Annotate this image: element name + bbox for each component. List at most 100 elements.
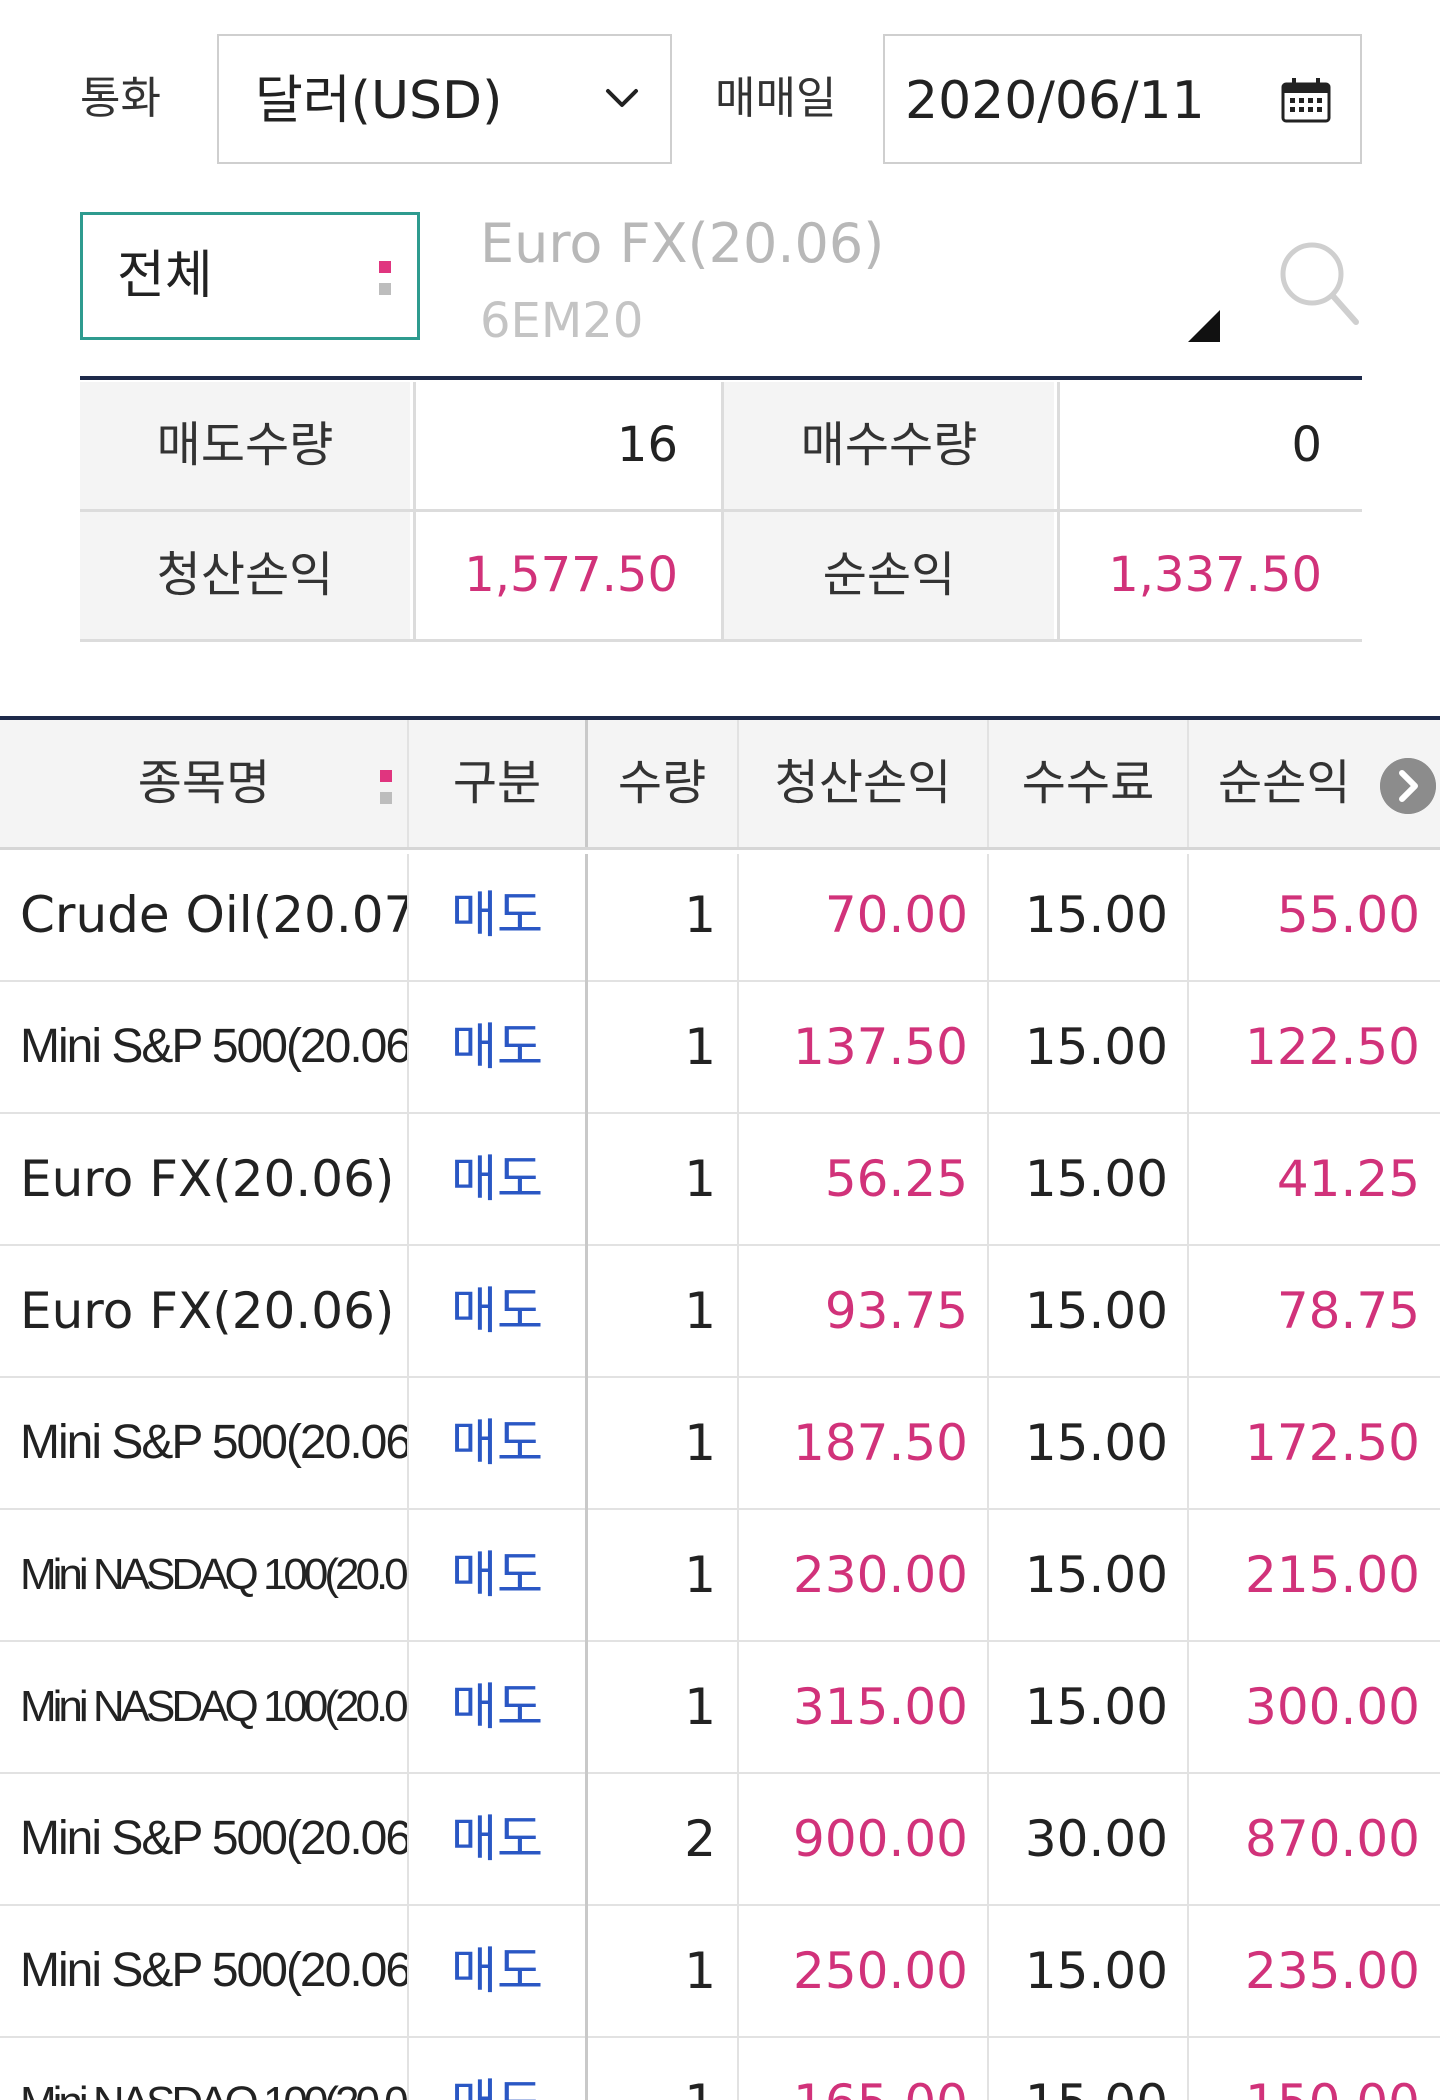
row-pnl: 56.25 [824,1150,968,1208]
row-side: 매도 [451,1282,543,1340]
scope-select[interactable]: 전체 [80,212,420,340]
table-body: Crude Oil(20.07) 매도 1 70.00 15.00 55.00 … [0,850,1440,2100]
row-item-name: Mini NASDAQ 100(20.06) [20,1682,408,1731]
header-qty: 수량 [617,755,707,811]
column-divider [987,720,989,847]
scope-value: 전체 [117,246,213,306]
row-pnl: 137.50 [793,1018,968,1076]
table-row[interactable]: Mini S&P 500(20.06) 매도 1 187.50 15.00 17… [0,1378,1440,1510]
row-item-name: Crude Oil(20.07) [20,886,408,944]
row-fee: 15.00 [1024,1150,1168,1208]
realized-pnl-value: 1,577.50 [413,512,718,639]
table-row[interactable]: Mini S&P 500(20.06) 매도 2 900.00 30.00 87… [0,1774,1440,1906]
row-net: 55.00 [1276,886,1420,944]
row-net: 215.00 [1245,1546,1420,1604]
row-side: 매도 [451,1678,543,1736]
summary-row-pnl: 청산손익 1,577.50 순손익 1,337.50 [80,512,1362,642]
trade-date-field[interactable]: 2020/06/11 [883,34,1362,164]
row-qty: 1 [590,2038,738,2100]
row-side: 매도 [451,1414,543,1472]
search-icon[interactable] [1276,238,1362,328]
row-side: 매도 [451,1942,543,2000]
column-divider [407,854,409,2100]
row-pnl: 900.00 [793,1810,968,1868]
table-row[interactable]: Euro FX(20.06) 매도 1 93.75 15.00 78.75 [0,1246,1440,1378]
row-qty: 1 [684,1282,716,1340]
summary-row-qty: 매도수량 16 매수수량 0 [80,382,1362,512]
row-qty: 1 [684,1018,716,1076]
summary-table: 매도수량 16 매수수량 0 청산손익 1,577.50 순손익 1,337.5… [80,382,1362,642]
row-fee: 15.00 [1024,1942,1168,2000]
row-net: 172.50 [1245,1414,1420,1472]
row-net: 300.00 [1245,1678,1420,1736]
trade-date-label: 매매일 [715,73,837,124]
net-pnl-label: 순손익 [721,512,1054,639]
row-side: 매도 [451,1810,543,1868]
item-code[interactable]: 6EM20 [480,290,643,352]
currency-select[interactable]: 달러(USD) [217,34,672,164]
calendar-icon[interactable] [1280,76,1332,124]
currency-label: 통화 [80,73,161,124]
row-fee: 15.00 [988,2038,1188,2100]
row-qty: 1 [684,1678,716,1736]
row-pnl: 70.00 [824,886,968,944]
row-item-name: Mini S&P 500(20.06) [20,1416,408,1469]
column-divider [407,720,409,847]
row-qty: 1 [684,1546,716,1604]
row-net: 78.75 [1276,1282,1420,1340]
row-item-name: Mini S&P 500(20.06) [20,1944,408,1997]
sell-qty-value: 16 [413,382,718,509]
row-net: 41.25 [1276,1150,1420,1208]
row-pnl: 187.50 [793,1414,968,1472]
row-net: 150.00 [1188,2038,1440,2100]
row-fee: 30.00 [1024,1810,1168,1868]
table-row[interactable]: Mini S&P 500(20.06) 매도 1 137.50 15.00 12… [0,982,1440,1114]
row-qty: 2 [684,1810,716,1868]
row-side: 매도 [451,1018,543,1076]
row-net: 122.50 [1245,1018,1420,1076]
row-item-name: Euro FX(20.06) [20,1282,395,1340]
triangle-corner-icon[interactable] [1188,310,1220,342]
row-qty: 1 [684,1150,716,1208]
row-pnl: 250.00 [793,1942,968,2000]
realized-pnl-label: 청산손익 [80,512,410,639]
row-item-name: Mini S&P 500(20.06) [20,1812,408,1865]
chevron-right-icon[interactable] [1380,758,1436,814]
column-divider [585,854,588,2100]
trade-list-table: 종목명 구분 수량 청산손익 수수료 순손익 Crude Oil(20.07) … [0,716,1440,2100]
buy-qty-value: 0 [1057,382,1362,509]
table-row[interactable]: Mini NASDAQ 100(20.06) 매도 1 315.00 15.00… [0,1642,1440,1774]
table-row[interactable]: Mini S&P 500(20.06) 매도 1 250.00 15.00 23… [0,1906,1440,2038]
dots-menu-icon[interactable] [380,770,392,814]
row-pnl: 165.00 [738,2038,988,2100]
row-pnl: 93.75 [824,1282,968,1340]
row-fee: 15.00 [1024,886,1168,944]
table-header: 종목명 구분 수량 청산손익 수수료 순손익 [0,720,1440,850]
filter-row-top: 통화 달러(USD) 매매일 2020/06/11 [80,34,1362,164]
row-item-name: Euro FX(20.06) [20,1150,395,1208]
row-item-name: Mini NASDAQ 100(20.06) [0,2038,408,2100]
row-fee: 15.00 [1024,1414,1168,1472]
table-row[interactable]: Euro FX(20.06) 매도 1 56.25 15.00 41.25 [0,1114,1440,1246]
table-row[interactable]: Mini NASDAQ 100(20.06) 매도 1 165.00 15.00… [0,2038,1440,2100]
chevron-down-icon [606,89,638,107]
row-fee: 15.00 [1024,1546,1168,1604]
row-side: 매도 [451,1150,543,1208]
column-divider [1187,854,1189,2100]
row-qty: 1 [684,1414,716,1472]
column-divider [737,854,739,2100]
dots-menu-icon [379,261,391,305]
table-row[interactable]: Crude Oil(20.07) 매도 1 70.00 15.00 55.00 [0,850,1440,982]
row-qty: 1 [684,886,716,944]
trade-date-value: 2020/06/11 [905,71,1205,131]
header-side: 구분 [452,755,542,811]
filter-row-item: 전체 Euro FX(20.06) 6EM20 [80,210,1362,380]
row-pnl: 230.00 [793,1546,968,1604]
row-side: 매도 [451,1546,543,1604]
net-pnl-value: 1,337.50 [1057,512,1362,639]
table-row[interactable]: Mini NASDAQ 100(20.06) 매도 1 230.00 15.00… [0,1510,1440,1642]
currency-value: 달러(USD) [255,71,503,131]
item-name[interactable]: Euro FX(20.06) [480,210,884,278]
header-name[interactable]: 종목명 [0,720,408,847]
header-pnl: 청산손익 [774,755,952,811]
